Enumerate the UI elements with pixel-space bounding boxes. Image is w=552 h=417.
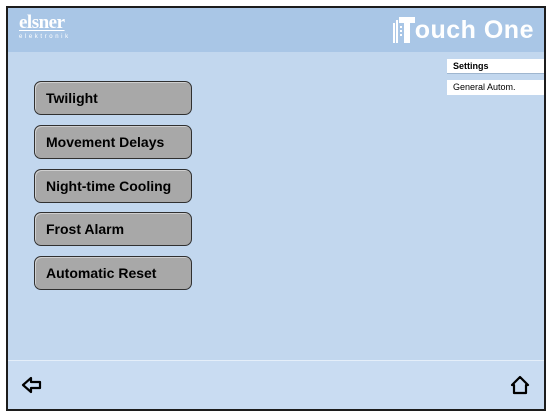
product-name: ouch One xyxy=(392,16,534,44)
touch-panel-screen: elsner elektronik ouch One Settings Gene… xyxy=(6,6,546,411)
home-button[interactable] xyxy=(506,371,534,399)
product-title: ouch One xyxy=(414,16,534,44)
logo-text: elsner xyxy=(19,12,65,33)
touch-t-icon xyxy=(392,17,415,43)
arrow-left-icon xyxy=(21,376,42,394)
back-button[interactable] xyxy=(18,371,46,399)
movement-delays-button[interactable]: Movement Delays xyxy=(34,125,192,159)
elsner-logo: elsner elektronik xyxy=(19,13,71,40)
footer-bar xyxy=(8,360,544,409)
automatic-reset-button[interactable]: Automatic Reset xyxy=(34,256,192,290)
home-icon xyxy=(510,375,530,395)
twilight-button[interactable]: Twilight xyxy=(34,81,192,115)
logo-subtext: elektronik xyxy=(19,34,71,40)
header-bar: elsner elektronik ouch One xyxy=(8,8,544,52)
frost-alarm-button[interactable]: Frost Alarm xyxy=(34,212,192,246)
breadcrumb-settings[interactable]: Settings xyxy=(447,59,544,74)
breadcrumb-general-autom[interactable]: General Autom. xyxy=(447,80,544,95)
night-time-cooling-button[interactable]: Night-time Cooling xyxy=(34,169,192,203)
